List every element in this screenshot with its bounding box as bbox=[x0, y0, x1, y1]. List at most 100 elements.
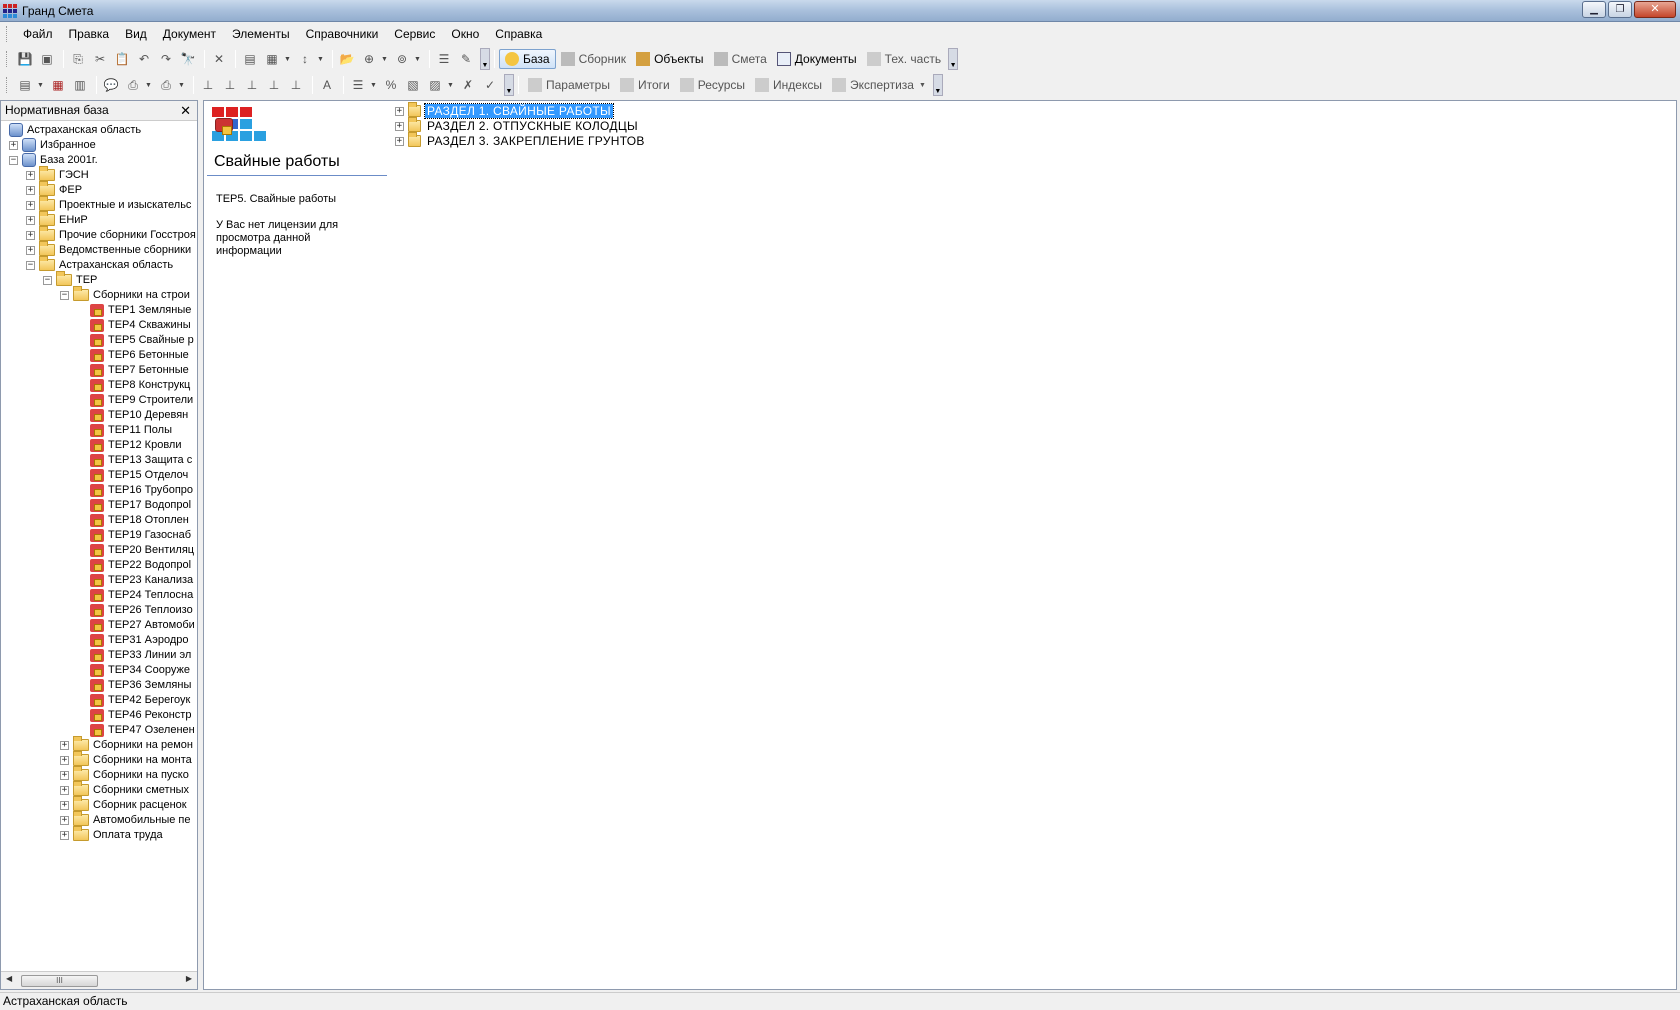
tree-node[interactable]: − Сборники на строи bbox=[60, 286, 190, 303]
level-down-icon[interactable]: ⊥ bbox=[220, 75, 240, 95]
tree-node[interactable]: ТЕР47 Озеленен bbox=[77, 722, 195, 738]
mode-objects-button[interactable]: Объекты bbox=[631, 49, 709, 69]
tree-node[interactable]: ТЕР17 Водопрol bbox=[77, 497, 191, 513]
tree-node[interactable]: ТЕР22 Водопрol bbox=[77, 557, 191, 573]
tree-node[interactable]: + Ведомственные сборники bbox=[26, 241, 191, 258]
print-icon[interactable]: ⎙ bbox=[156, 75, 176, 95]
expand-icon[interactable]: + bbox=[26, 230, 35, 240]
tree-node[interactable]: + ГЭСН bbox=[26, 166, 89, 183]
tree-node[interactable]: ТЕР10 Деревян bbox=[77, 407, 188, 423]
view-parameters-button[interactable]: Параметры bbox=[523, 75, 615, 95]
tree-node[interactable]: + Проектные и изыскательс bbox=[26, 196, 191, 213]
overflow-icon[interactable]: ▼ bbox=[504, 74, 514, 96]
view-expertise-button[interactable]: Экспертиза ▼ bbox=[827, 75, 931, 95]
expand-icon[interactable]: + bbox=[60, 785, 69, 795]
tree-node[interactable]: ТЕР12 Кровли bbox=[77, 437, 181, 453]
restore-icon[interactable]: ❐ bbox=[1608, 1, 1632, 18]
tree-node[interactable]: ТЕР33 Линии эл bbox=[77, 647, 191, 663]
tree-node[interactable]: ТЕР7 Бетонные bbox=[77, 362, 189, 378]
tree-node[interactable]: − Астраханская область bbox=[26, 256, 173, 273]
save-icon[interactable]: 💾 bbox=[15, 49, 35, 69]
tree-node[interactable]: Астраханская область bbox=[9, 122, 141, 138]
table-icon[interactable]: ▦ bbox=[262, 49, 282, 69]
list-icon[interactable]: ☰ bbox=[434, 49, 454, 69]
overflow-icon[interactable]: ▼ bbox=[480, 48, 490, 70]
chevron-down-icon[interactable]: ▼ bbox=[447, 82, 455, 89]
collapse-icon[interactable]: − bbox=[43, 275, 52, 285]
collapse-icon[interactable]: − bbox=[9, 155, 18, 165]
expand-icon[interactable]: + bbox=[60, 800, 69, 810]
tree-node[interactable]: ТЕР26 Теплоизо bbox=[77, 602, 193, 618]
tree-node[interactable]: ТЕР46 Реконстр bbox=[77, 707, 191, 723]
level-up-icon[interactable]: ⊥ bbox=[198, 75, 218, 95]
menu-help[interactable]: Справка bbox=[487, 24, 550, 44]
insert-icon[interactable]: ⎙ bbox=[123, 75, 143, 95]
tree-node[interactable]: ТЕР42 Берегоук bbox=[77, 692, 190, 708]
mode-techpart-button[interactable]: Тех. часть bbox=[862, 49, 946, 69]
collapse-icon[interactable]: − bbox=[60, 290, 69, 300]
expand-icon[interactable]: + bbox=[26, 200, 35, 210]
edit-icon[interactable]: ✎ bbox=[456, 49, 476, 69]
grip-handle[interactable] bbox=[6, 26, 9, 42]
tree-node[interactable]: ТЕР34 Сооруже bbox=[77, 662, 190, 678]
find-icon[interactable]: 🔭 bbox=[178, 49, 198, 69]
save-all-icon[interactable]: ▣ bbox=[37, 49, 57, 69]
tree-node[interactable]: + ЕНиР bbox=[26, 211, 88, 228]
tree-node[interactable]: + ФЕР bbox=[26, 181, 82, 198]
expand-icon[interactable]: + bbox=[26, 245, 35, 255]
tree-node[interactable]: + Прочие сборники Госстроя bbox=[26, 226, 196, 243]
chevron-down-icon[interactable]: ▼ bbox=[145, 82, 153, 89]
scroll-right-icon[interactable]: ▶ bbox=[186, 974, 192, 983]
view-resources-button[interactable]: Ресурсы bbox=[675, 75, 750, 95]
expand-icon[interactable]: + bbox=[60, 830, 69, 840]
outdent-icon[interactable]: ⊥ bbox=[264, 75, 284, 95]
menu-references[interactable]: Справочники bbox=[298, 24, 387, 44]
scroll-thumb[interactable]: III bbox=[21, 975, 98, 987]
grip-handle[interactable] bbox=[6, 51, 9, 67]
chevron-down-icon[interactable]: ▼ bbox=[381, 56, 389, 63]
cut-icon[interactable]: ✂ bbox=[90, 49, 110, 69]
expand-icon[interactable]: + bbox=[60, 815, 69, 825]
tree-node[interactable]: ТЕР8 Конструкц bbox=[77, 377, 190, 393]
chevron-down-icon[interactable]: ▼ bbox=[317, 56, 325, 63]
menu-window[interactable]: Окно bbox=[443, 24, 487, 44]
open-folder-icon[interactable]: 📂 bbox=[337, 49, 357, 69]
sort-icon[interactable]: ↕ bbox=[295, 49, 315, 69]
tree-node[interactable]: ТЕР27 Автомоби bbox=[77, 617, 195, 633]
menu-file[interactable]: Файл bbox=[15, 24, 61, 44]
mode-collection-button[interactable]: Сборник bbox=[556, 49, 631, 69]
close-icon[interactable]: ✕ bbox=[180, 101, 191, 120]
tree-node[interactable]: ТЕР9 Строители bbox=[77, 392, 193, 408]
tree-node[interactable]: ТЕР20 Вентиляц bbox=[77, 542, 194, 558]
expand-icon[interactable]: + bbox=[9, 140, 18, 150]
expand-icon[interactable]: + bbox=[395, 136, 404, 146]
tree-node[interactable]: ТЕР36 Земляны bbox=[77, 677, 191, 693]
scroll-left-icon[interactable]: ◀ bbox=[6, 974, 12, 983]
chevron-down-icon[interactable]: ▼ bbox=[370, 82, 378, 89]
text-icon[interactable]: A bbox=[317, 75, 337, 95]
menu-view[interactable]: Вид bbox=[117, 24, 155, 44]
grid-color-icon[interactable]: ▦ bbox=[48, 75, 68, 95]
tree-node[interactable]: + Оплата труда bbox=[60, 826, 163, 843]
clear-icon[interactable]: ✗ bbox=[458, 75, 478, 95]
document-icon[interactable]: ▤ bbox=[15, 75, 35, 95]
check-100-icon[interactable]: ✓ bbox=[480, 75, 500, 95]
tree-node[interactable]: ТЕР24 Теплосна bbox=[77, 587, 193, 603]
target-icon[interactable]: ⊚ bbox=[392, 49, 412, 69]
grip-handle[interactable] bbox=[6, 77, 9, 93]
indent-icon[interactable]: ⊥ bbox=[242, 75, 262, 95]
collapse-icon[interactable]: − bbox=[26, 260, 35, 270]
section-node[interactable]: + РАЗДЕЛ 3. ЗАКРЕПЛЕНИЕ ГРУНТОВ bbox=[395, 132, 647, 149]
percent-icon[interactable]: % bbox=[381, 75, 401, 95]
delete-icon[interactable]: ✕ bbox=[209, 49, 229, 69]
tree-node[interactable]: ТЕР16 Трубопро bbox=[77, 482, 193, 498]
tree-node[interactable]: ТЕР23 Канализа bbox=[77, 572, 193, 588]
view-indexes-button[interactable]: Индексы bbox=[750, 75, 827, 95]
view-totals-button[interactable]: Итоги bbox=[615, 75, 675, 95]
properties-icon[interactable]: ▤ bbox=[240, 49, 260, 69]
expand-icon[interactable]: + bbox=[395, 121, 404, 131]
tree-node[interactable]: ТЕР19 Газоснаб bbox=[77, 527, 191, 543]
undo-icon[interactable]: ↶ bbox=[134, 49, 154, 69]
tree-node[interactable]: − ТЕР bbox=[43, 271, 97, 288]
add-circle-icon[interactable]: ⊕ bbox=[359, 49, 379, 69]
